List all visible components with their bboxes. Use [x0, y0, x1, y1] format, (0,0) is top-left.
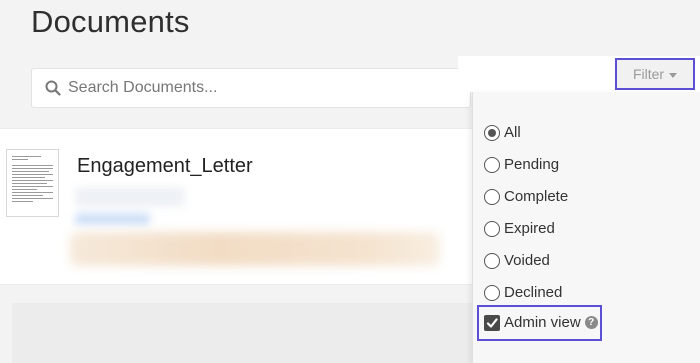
- filter-option-label: Voided: [504, 252, 550, 269]
- admin-view-toggle[interactable]: Admin view ?: [484, 314, 598, 331]
- page-title: Documents: [31, 4, 190, 39]
- search-box: [31, 68, 471, 108]
- filter-option-label: Expired: [504, 220, 555, 237]
- radio-button[interactable]: [484, 188, 500, 205]
- filter-option-label: Declined: [504, 284, 563, 301]
- radio-button[interactable]: [484, 124, 500, 141]
- caret-down-icon: [669, 72, 678, 78]
- search-input[interactable]: [68, 79, 428, 97]
- next-document-card: [12, 303, 480, 363]
- radio-button[interactable]: [484, 252, 500, 269]
- document-title[interactable]: Engagement_Letter: [77, 155, 253, 178]
- filter-option-label: All: [504, 124, 521, 141]
- filter-option-declined[interactable]: Declined: [484, 284, 562, 301]
- filter-button[interactable]: Filter: [615, 58, 695, 90]
- radio-button[interactable]: [484, 156, 500, 173]
- admin-view-checkbox[interactable]: [484, 314, 500, 331]
- filter-button-label: Filter: [632, 66, 665, 82]
- redacted-text: [75, 187, 185, 207]
- document-thumbnail[interactable]: [6, 149, 59, 217]
- filter-option-all[interactable]: All: [484, 124, 521, 141]
- filter-option-voided[interactable]: Voided: [484, 252, 550, 269]
- filter-option-label: Pending: [504, 156, 560, 173]
- help-icon[interactable]: ?: [584, 316, 598, 329]
- search-icon: [38, 80, 68, 96]
- radio-button[interactable]: [484, 284, 500, 301]
- redacted-status-bar: [70, 232, 440, 266]
- filter-option-label: Complete: [504, 188, 569, 205]
- filter-option-complete[interactable]: Complete: [484, 188, 568, 205]
- filter-option-pending[interactable]: Pending: [484, 156, 559, 173]
- redacted-link: [75, 213, 150, 225]
- checkmark-icon: [486, 317, 498, 328]
- filter-option-expired[interactable]: Expired: [484, 220, 555, 237]
- document-card[interactable]: Engagement_Letter: [0, 128, 480, 285]
- radio-button[interactable]: [484, 220, 500, 237]
- admin-view-label: Admin view: [504, 314, 581, 331]
